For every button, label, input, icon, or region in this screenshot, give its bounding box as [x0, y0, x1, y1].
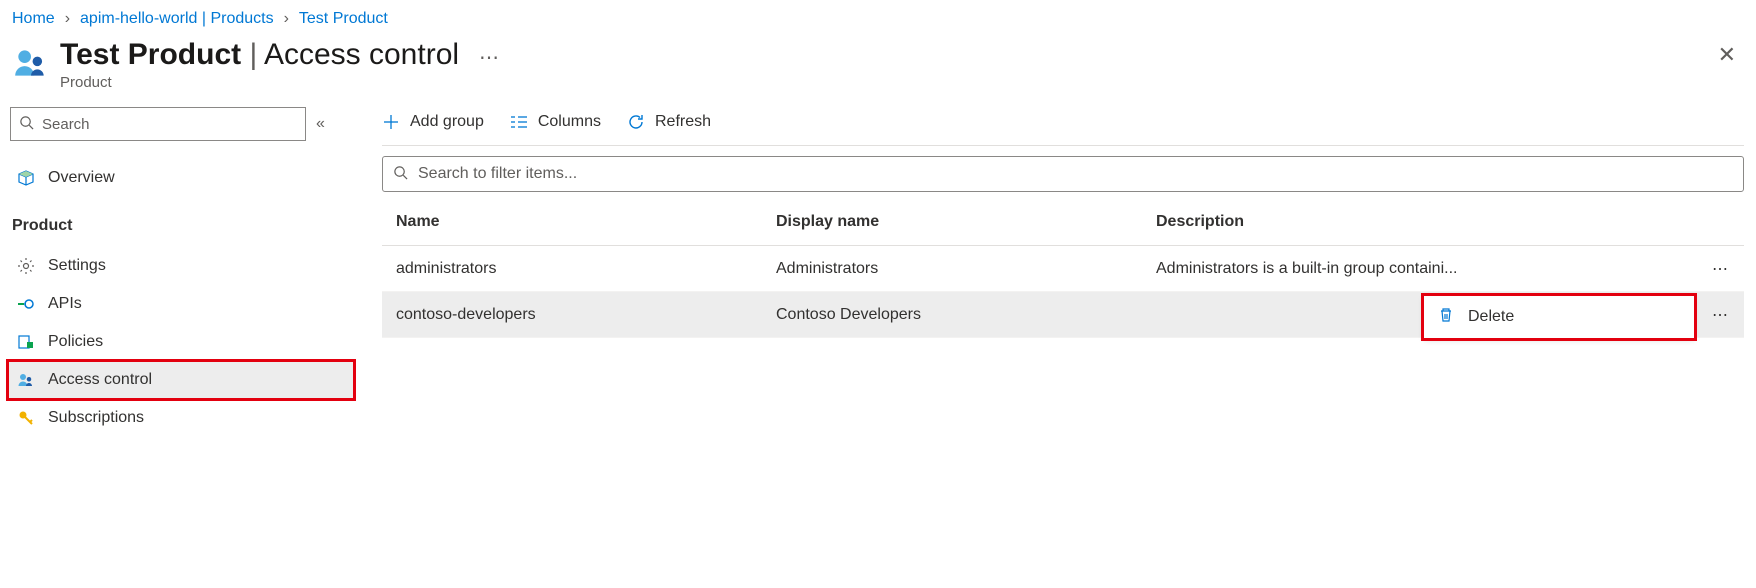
toolbar-label: Columns	[538, 113, 601, 131]
sidebar-item-label: Overview	[48, 169, 115, 187]
sidebar-search-input[interactable]	[42, 116, 297, 133]
sidebar-item-overview[interactable]: Overview	[8, 159, 354, 197]
sidebar-section-product: Product	[8, 197, 354, 247]
page-header: Test Product | Access control ⋯ Product …	[0, 34, 1756, 107]
close-icon: ✕	[1718, 42, 1736, 67]
sidebar-item-label: Access control	[48, 371, 152, 389]
chevron-double-left-icon: «	[316, 115, 325, 132]
sidebar-item-access-control[interactable]: Access control	[8, 361, 354, 399]
main-content: Add group Columns Refresh	[358, 107, 1756, 437]
filter-box[interactable]	[382, 156, 1744, 192]
sidebar-item-label: Subscriptions	[48, 409, 144, 427]
context-menu-label: Delete	[1468, 308, 1514, 326]
groups-table: Name Display name Description administra…	[382, 198, 1744, 338]
page-subtitle: Product	[60, 74, 500, 91]
add-group-button[interactable]: Add group	[382, 113, 484, 131]
sidebar-item-subscriptions[interactable]: Subscriptions	[8, 399, 354, 437]
title-strong: Test Product	[60, 38, 241, 71]
cell-display: Contoso Developers	[776, 306, 1156, 324]
columns-button[interactable]: Columns	[510, 113, 601, 131]
title-section: Access control	[264, 38, 459, 71]
row-more-button[interactable]: ⋯	[1680, 259, 1730, 279]
more-icon: ⋯	[1712, 261, 1730, 278]
divider	[382, 145, 1744, 146]
toolbar: Add group Columns Refresh	[382, 107, 1744, 145]
sidebar-item-label: Policies	[48, 333, 103, 351]
table-header: Name Display name Description	[382, 198, 1744, 246]
sidebar-item-label: Settings	[48, 257, 106, 275]
sidebar: « Overview Product Settings APIs	[0, 107, 358, 437]
collapse-sidebar-button[interactable]: «	[316, 115, 325, 133]
cell-name: contoso-developers	[396, 306, 776, 324]
close-button[interactable]: ✕	[1718, 42, 1736, 68]
refresh-icon	[627, 113, 645, 131]
trash-icon	[1438, 307, 1454, 328]
sidebar-item-settings[interactable]: Settings	[8, 247, 354, 285]
search-icon	[393, 165, 408, 183]
columns-icon	[510, 115, 528, 129]
breadcrumb: Home › apim-hello-world | Products › Tes…	[0, 0, 1756, 34]
sidebar-item-apis[interactable]: APIs	[8, 285, 354, 323]
page-title: Test Product | Access control ⋯	[60, 38, 500, 72]
breadcrumb-current[interactable]: Test Product	[299, 10, 388, 28]
chevron-right-icon: ›	[284, 10, 289, 28]
people-icon	[12, 44, 50, 82]
filter-input[interactable]	[418, 165, 1733, 183]
sidebar-item-label: APIs	[48, 295, 82, 313]
sidebar-search[interactable]	[10, 107, 306, 141]
plus-icon	[382, 113, 400, 131]
table-row[interactable]: administrators Administrators Administra…	[382, 246, 1744, 292]
col-name[interactable]: Name	[396, 213, 776, 231]
breadcrumb-parent[interactable]: apim-hello-world | Products	[80, 10, 274, 28]
cell-desc: Administrators is a built-in group conta…	[1156, 260, 1680, 278]
search-icon	[19, 115, 34, 133]
context-menu-delete[interactable]: Delete	[1424, 296, 1694, 338]
col-desc[interactable]: Description	[1156, 213, 1680, 231]
table-row[interactable]: contoso-developers Contoso Developers ⋯ …	[382, 292, 1744, 338]
breadcrumb-home[interactable]: Home	[12, 10, 55, 28]
key-icon	[16, 408, 36, 428]
plug-icon	[16, 294, 36, 314]
cell-display: Administrators	[776, 260, 1156, 278]
toolbar-label: Refresh	[655, 113, 711, 131]
more-icon: ⋯	[1712, 307, 1730, 324]
toolbar-label: Add group	[410, 113, 484, 131]
cell-name: administrators	[396, 260, 776, 278]
chevron-right-icon: ›	[65, 10, 70, 28]
more-icon[interactable]: ⋯	[479, 45, 500, 70]
policy-icon	[16, 332, 36, 352]
cube-icon	[16, 168, 36, 188]
refresh-button[interactable]: Refresh	[627, 113, 711, 131]
people-icon	[16, 370, 36, 390]
sidebar-item-policies[interactable]: Policies	[8, 323, 354, 361]
col-display[interactable]: Display name	[776, 213, 1156, 231]
gear-icon	[16, 256, 36, 276]
